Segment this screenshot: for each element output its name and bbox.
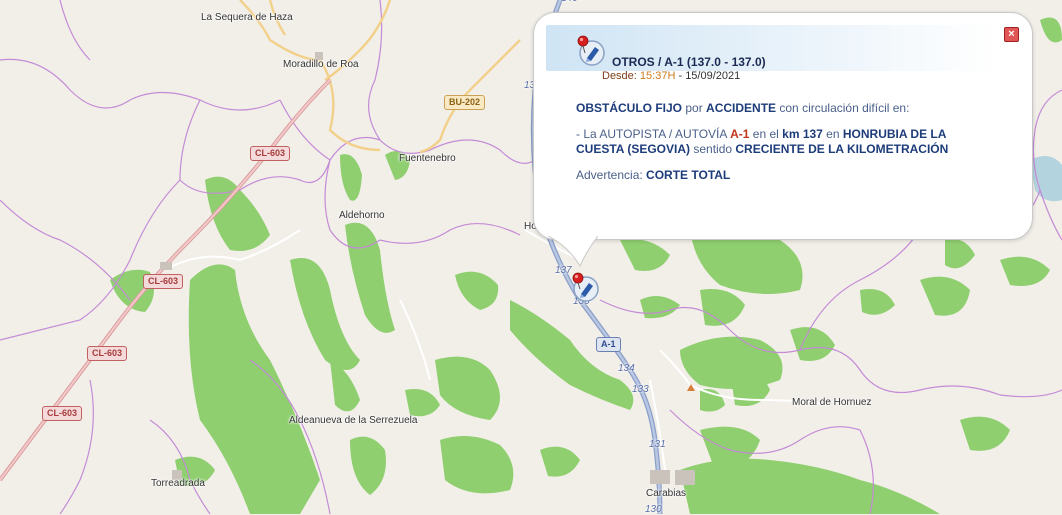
water-body	[1030, 156, 1062, 202]
place-label: Moral de Hornuez	[792, 397, 872, 408]
incident-popup: OTROS / A-1 (137.0 - 137.0) Desde: 15:37…	[533, 12, 1033, 240]
place-label: Moradillo de Roa	[283, 59, 359, 70]
road-shield-cl-603: CL-603	[87, 346, 128, 361]
since-date: 15/09/2021	[685, 70, 741, 82]
road-shield-a-1: A-1	[596, 337, 621, 352]
km-marker-label: 131	[649, 439, 666, 450]
km-marker-label: 134	[618, 363, 635, 374]
popup-body: OBSTÁCULO FIJO por ACCIDENTE con circula…	[576, 101, 996, 194]
popup-title: OTROS / A-1 (137.0 - 137.0)	[612, 55, 766, 69]
road-shield-cl-603: CL-603	[250, 146, 291, 161]
place-label: Torreadrada	[151, 478, 205, 489]
km-marker-label: 146	[561, 0, 578, 4]
incident-location: - La AUTOPISTA / AUTOVÍA A-1 en el km 13…	[576, 127, 949, 156]
incident-warning: Advertencia: CORTE TOTAL	[576, 168, 731, 182]
road-shield-cl-603: CL-603	[143, 274, 184, 289]
incident-marker[interactable]	[568, 270, 602, 304]
place-label: Fuentenebro	[399, 153, 456, 164]
since-separator: -	[675, 70, 686, 82]
incident-pin-icon	[577, 35, 605, 66]
place-label: Carabias	[646, 488, 687, 499]
road-shield-bu-202: BU-202	[444, 95, 486, 110]
place-label: La Sequera de Haza	[201, 12, 293, 23]
km-marker-label: 130	[645, 504, 662, 515]
popup-tail	[548, 236, 598, 268]
close-icon[interactable]: ×	[1008, 28, 1014, 40]
close-button[interactable]: ×	[1004, 27, 1019, 42]
km-marker-label: 133	[632, 384, 649, 395]
place-label: Aldehorno	[339, 210, 385, 221]
incident-description: OBSTÁCULO FIJO por ACCIDENTE con circula…	[576, 101, 910, 115]
road-shield-cl-603: CL-603	[42, 406, 83, 421]
since-label: Desde:	[602, 70, 637, 82]
since-time: 15:37H	[639, 70, 676, 82]
place-label: Aldeanueva de la Serrezuela	[289, 415, 418, 426]
popup-date-row: Desde: 15:37H - 15/09/2021	[602, 70, 740, 82]
